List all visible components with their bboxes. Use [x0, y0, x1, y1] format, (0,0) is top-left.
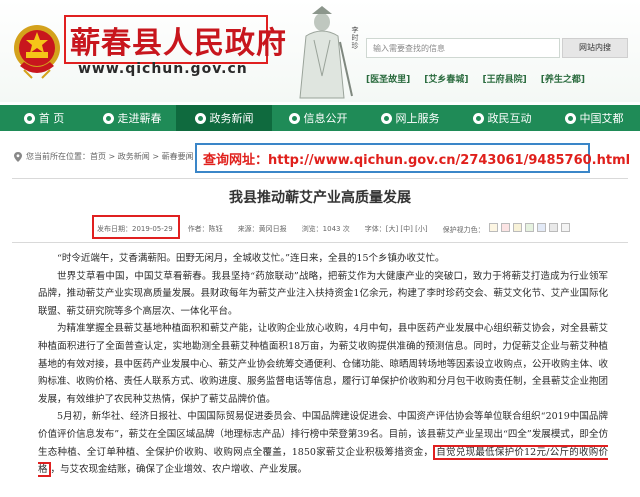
color-swatch[interactable] — [488, 223, 498, 232]
nav-item-news[interactable]: 政务新闻 — [176, 105, 272, 131]
color-swatch[interactable] — [500, 223, 510, 232]
paragraph: 5月初，新华社、经济日报社、中国国际贸易促进委员会、中国品牌建设促进会、中国资产… — [38, 411, 608, 478]
national-emblem-icon — [14, 25, 60, 79]
color-swatch[interactable] — [548, 223, 558, 232]
nav-item-about[interactable]: 走进蕲春 — [88, 105, 176, 131]
quick-links: [医圣故里] [艾乡春城] [王府县院] [养生之都] — [366, 72, 636, 85]
quick-link-wangfu[interactable]: [王府县院] — [482, 72, 526, 85]
article-source: 来源：黄冈日报 — [237, 225, 287, 233]
home-icon — [23, 112, 35, 124]
nav-item-service[interactable]: 网上服务 — [364, 105, 456, 131]
news-icon — [194, 112, 206, 124]
location-pin-icon — [14, 152, 22, 162]
portrait-caption: 李时珍 — [351, 26, 359, 50]
article-meta: 发布日期：2019-05-29 作者：陈钰 来源：黄冈日报 浏览：1043 次 … — [97, 223, 570, 235]
color-swatch[interactable] — [560, 223, 570, 232]
paragraph: 为精准掌握全县蕲艾基地种植面积和蕲艾产能，让收购企业放心收购，4月中旬，县中医药… — [38, 323, 609, 405]
query-url-annotation: 查询网址：http://www.qichun.gov.cn/2743061/94… — [203, 153, 631, 168]
nav-item-interaction[interactable]: 政民互动 — [456, 105, 548, 131]
nav-item-info[interactable]: 信息公开 — [272, 105, 364, 131]
article-title: 我县推动蕲艾产业高质量发展 — [229, 190, 411, 206]
font-size-controls[interactable]: 字体：[大] [中] [小] — [365, 224, 428, 234]
compass-icon — [102, 112, 114, 124]
site-domain: www.qichun.gov.cn — [78, 61, 248, 77]
monitor-icon — [380, 112, 392, 124]
document-icon — [288, 112, 300, 124]
paragraph: “时令近端午，艾香满蕲阳。田野无闲月，全城收艾忙。”连日来，全县的15个乡镇办收… — [57, 253, 445, 264]
article-body: “时令近端午，艾香满蕲阳。田野无闲月，全城收艾忙。”连日来，全县的15个乡镇办收… — [38, 250, 608, 479]
quick-link-aixiang[interactable]: [艾乡春城] — [424, 72, 468, 85]
quick-link-hometown[interactable]: [医圣故里] — [366, 72, 410, 85]
article-author: 作者：陈钰 — [187, 225, 223, 233]
color-swatches — [488, 223, 570, 232]
main-nav: 首 页 走进蕲春 政务新闻 信息公开 网上服务 政民互动 中国艾都 — [0, 105, 640, 131]
quick-link-yangsheng[interactable]: [养生之都] — [541, 72, 585, 85]
site-title[interactable]: 蕲春县人民政府 — [70, 18, 287, 62]
breadcrumb[interactable]: 您当前所在位置：首页 > 政务新闻 > 蕲春要闻 — [26, 151, 194, 162]
eye-protect-colors: 保护视力色： — [443, 223, 570, 235]
chat-icon — [472, 112, 484, 124]
divider — [12, 178, 628, 179]
li-shizhen-portrait-icon — [299, 6, 353, 99]
paragraph: 世界艾草看中国，中国艾草看蕲春。我县坚持“药旅联动”战略，把蕲艾作为大健康产业的… — [38, 270, 608, 317]
search-button[interactable]: 网站内搜 — [562, 38, 628, 58]
leaf-icon — [564, 112, 576, 124]
nav-item-aidu[interactable]: 中国艾都 — [548, 105, 640, 131]
color-swatch[interactable] — [536, 223, 546, 232]
divider — [12, 242, 628, 243]
view-count: 浏览：1043 次 — [301, 225, 350, 233]
color-swatch[interactable] — [524, 223, 534, 232]
color-swatch[interactable] — [512, 223, 522, 232]
nav-item-home[interactable]: 首 页 — [0, 105, 88, 131]
publish-date: 发布日期：2019-05-29 — [97, 225, 173, 233]
search-input[interactable]: 输入需要查找的信息 — [366, 38, 560, 58]
